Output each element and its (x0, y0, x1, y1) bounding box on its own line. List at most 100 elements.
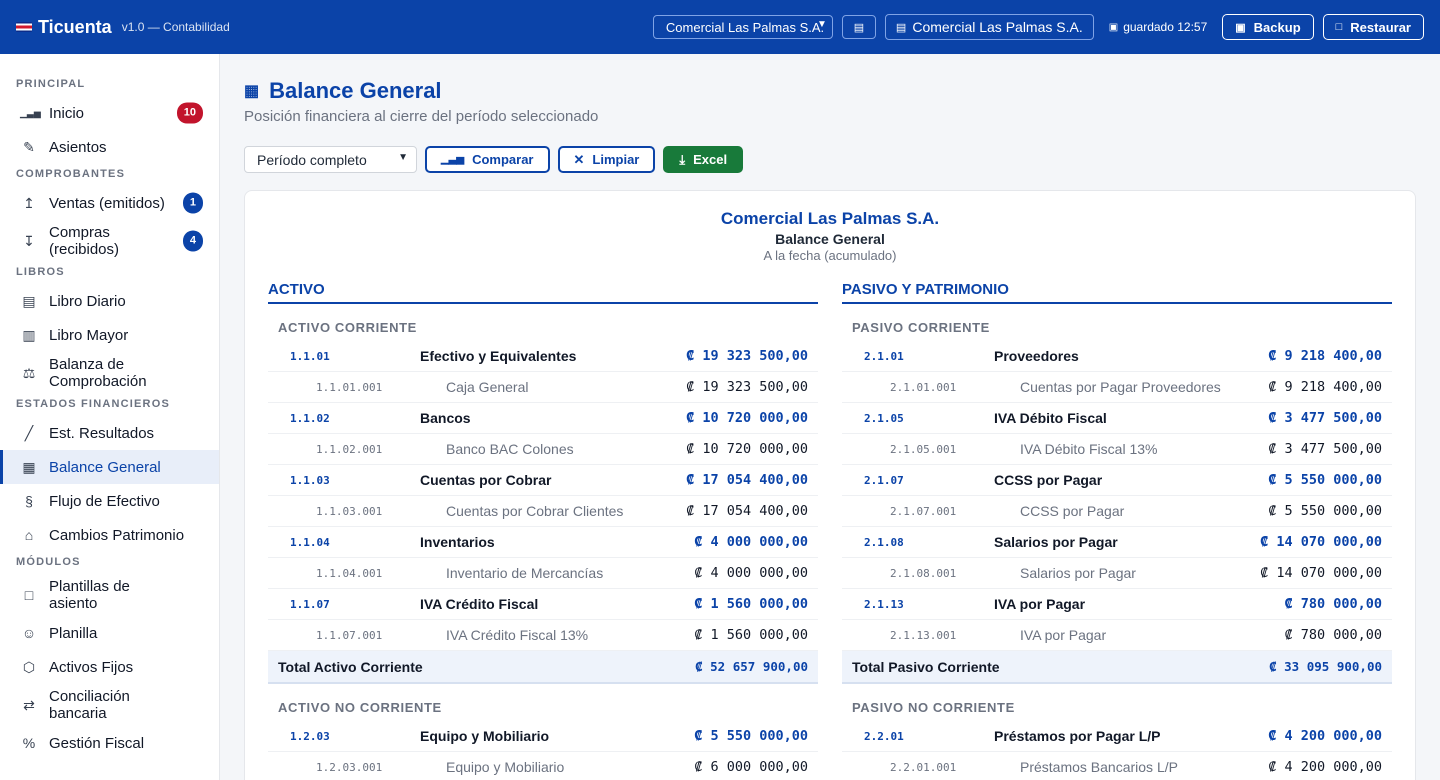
subaccount-row[interactable]: 2.1.01.001 Cuentas por Pagar Proveedores ₡… (842, 372, 1392, 403)
subaccount-row[interactable]: 2.2.01.001 Préstamos Bancarios L/P ₡ 4 200… (842, 752, 1392, 780)
chart-icon: ▁▃▅ (20, 107, 41, 118)
column-heading: PASIVO Y PATRIMONIO (842, 281, 1392, 304)
sidebar-item-plantillas-de-asiento[interactable]: □ Plantillas de asiento (0, 574, 219, 616)
bank-icon: ⌂ (24, 526, 34, 543)
account-name: Cuentas por Cobrar (420, 472, 552, 488)
sidebar-item-balanza-de-comprobacion[interactable]: ⚖ Balanza de Comprobación (0, 352, 219, 394)
account-name: Bancos (420, 410, 471, 426)
period-select-value: Período completo (257, 151, 367, 168)
sidebar-item-libro-diario[interactable]: ▤ Libro Diario (0, 284, 219, 318)
sidebar-item-libro-mayor[interactable]: ▥ Libro Mayor (0, 318, 219, 352)
brand[interactable]: Ticuenta v1.0 — Contabilidad (16, 17, 230, 38)
account-name: Banco BAC Colones (446, 441, 574, 457)
sidebar-item-est-resultados[interactable]: ╱ Est. Resultados (0, 416, 219, 450)
account-row[interactable]: 2.1.05 IVA Débito Fiscal ₡ 3 477 500,00 (842, 403, 1392, 434)
group-heading: PASIVO CORRIENTE (852, 320, 990, 335)
sidebar-item-cambios-patrimonio[interactable]: ⌂ Cambios Patrimonio (0, 518, 219, 552)
account-row[interactable]: 2.1.01 Proveedores ₡ 9 218 400,00 (842, 341, 1392, 372)
download-icon: ↧ (23, 232, 35, 249)
account-name: Total Pasivo Corriente (852, 658, 1000, 675)
count-badge: 10 (176, 102, 203, 124)
account-code: 1.1.03.001 (316, 504, 383, 518)
sidebar-item-flujo-de-efectivo[interactable]: § Flujo de Efectivo (0, 484, 219, 518)
currency-icon: § (25, 492, 33, 509)
sidebar-item-label: Planilla (49, 624, 98, 642)
sidebar-item-activos-fijos[interactable]: ⬡ Activos Fijos (0, 650, 219, 684)
sidebar-item-inicio[interactable]: ▁▃▅ Inicio 10 (0, 96, 219, 130)
account-code: 1.1.03 (290, 473, 330, 487)
sidebar-item-planilla[interactable]: ☺ Planilla (0, 616, 219, 650)
compare-button[interactable]: ▁▃▅ Comparar (425, 146, 550, 173)
subaccount-row[interactable]: 2.1.13.001 IVA por Pagar ₡ 780 000,00 (842, 620, 1392, 651)
account-name: Salarios por Pagar (1020, 565, 1136, 581)
report-company: Comercial Las Palmas S.A. (720, 209, 940, 228)
subaccount-row[interactable]: 2.1.05.001 IVA Débito Fiscal 13% ₡ 3 477 5… (842, 434, 1392, 465)
account-row[interactable]: 1.1.07 IVA Crédito Fiscal ₡ 1 560 000,00 (268, 589, 818, 620)
cube-icon: ⬡ (22, 658, 36, 675)
period-select[interactable]: Período completo ▼ (244, 146, 417, 173)
subaccount-row[interactable]: 2.1.07.001 CCSS por Pagar ₡ 5 550 000,00 (842, 496, 1392, 527)
account-name: Préstamos Bancarios L/P (1020, 759, 1178, 775)
excel-button[interactable]: ⤓ Excel (663, 146, 744, 173)
total-row: Total Activo Corriente ₡ 52 657 900,00 (268, 651, 818, 684)
account-row[interactable]: 1.1.03 Cuentas por Cobrar ₡ 17 054 400,00 (268, 465, 818, 496)
account-row[interactable]: 1.1.01 Efectivo y Equivalentes ₡ 19 323 50… (268, 341, 818, 372)
account-row[interactable]: 2.1.13 IVA por Pagar ₡ 780 000,00 (842, 589, 1392, 620)
subaccount-row[interactable]: 2.1.08.001 Salarios por Pagar ₡ 14 070 000… (842, 558, 1392, 589)
account-row[interactable]: 1.1.02 Bancos ₡ 10 720 000,00 (268, 403, 818, 434)
backup-button[interactable]: ▣ Backup (1222, 14, 1314, 40)
table-icon: ▦ (22, 458, 36, 475)
account-code: 1.1.02 (290, 411, 330, 425)
account-amount: ₡ 1 560 000,00 (694, 627, 808, 643)
account-code: 2.1.13 (864, 597, 904, 611)
account-amount: ₡ 1 560 000,00 (694, 596, 808, 612)
assets-column: ACTIVO ACTIVO CORRIENTE 1.1.01 Efectivo y E… (268, 281, 818, 780)
table-icon: ▦ (244, 83, 260, 100)
book-icon: ▤ (22, 292, 36, 309)
report-card: Comercial Las Palmas S.A. Balance Genera… (244, 190, 1416, 780)
brand-name: Ticuenta (38, 16, 112, 37)
company-select[interactable]: Comercial Las Palmas S.A. ▼ (652, 15, 833, 39)
sidebar-item-asientos[interactable]: ✎ Asientos (0, 130, 219, 164)
clear-button[interactable]: ✕ Limpiar (557, 146, 656, 173)
sidebar-item-ventas-emitidos[interactable]: ↥ Ventas (emitidos) 1 (0, 186, 219, 220)
account-amount: ₡ 33 095 900,00 (1269, 659, 1382, 674)
sidebar-item-balance-general[interactable]: ▦ Balance General (0, 450, 219, 484)
sidebar-item-label: Ventas (emitidos) (49, 194, 165, 212)
sidebar-item-label: Conciliación bancaria (49, 688, 130, 722)
line-chart-icon: ╱ (24, 424, 34, 441)
account-code: 2.2.01.001 (890, 760, 957, 774)
account-code: 1.1.04 (290, 535, 330, 549)
account-name: IVA Débito Fiscal (994, 410, 1107, 426)
account-row[interactable]: 2.1.08 Salarios por Pagar ₡ 14 070 000,00 (842, 527, 1392, 558)
download-icon: ⤓ (679, 151, 686, 167)
save-status-text: guardado 12:57 (1123, 20, 1208, 34)
subaccount-row[interactable]: 1.1.07.001 IVA Crédito Fiscal 13% ₡ 1 560 … (268, 620, 818, 651)
sidebar-item-conciliacion-bancaria[interactable]: ⇄ Conciliación bancaria (0, 684, 219, 726)
compare-label: Comparar (472, 152, 534, 167)
company-building-button[interactable]: ▤ (841, 15, 876, 39)
subaccount-row[interactable]: 1.2.03.001 Equipo y Mobiliario ₡ 6 000 000… (268, 752, 818, 780)
subaccount-row[interactable]: 1.1.01.001 Caja General ₡ 19 323 500,00 (268, 372, 818, 403)
account-row[interactable]: 1.2.03 Equipo y Mobiliario ₡ 5 550 000,00 (268, 721, 818, 752)
account-code: 2.2.01 (864, 729, 904, 743)
account-code: 1.2.03 (290, 729, 330, 743)
account-row[interactable]: 2.2.01 Préstamos por Pagar L/P ₡ 4 200 000… (842, 721, 1392, 752)
company-chip[interactable]: ▤ Comercial Las Palmas S.A. (884, 14, 1094, 40)
sidebar-item-gestion-fiscal[interactable]: % Gestión Fiscal (0, 726, 219, 760)
account-code: 2.1.07 (864, 473, 904, 487)
account-code: 2.1.13.001 (890, 628, 957, 642)
account-amount: ₡ 4 000 000,00 (694, 565, 808, 581)
subaccount-row[interactable]: 1.1.04.001 Inventario de Mercancías ₡ 4 00… (268, 558, 818, 589)
sidebar-section-title: MÓDULOS (16, 556, 81, 568)
subaccount-row[interactable]: 1.1.02.001 Banco BAC Colones ₡ 10 720 000,… (268, 434, 818, 465)
report-title: Balance General (775, 231, 885, 247)
restore-button[interactable]: □ Restaurar (1322, 14, 1424, 40)
account-row[interactable]: 2.1.07 CCSS por Pagar ₡ 5 550 000,00 (842, 465, 1392, 496)
sidebar-item-compras-recibidos[interactable]: ↧ Compras (recibidos) 4 (0, 220, 219, 262)
subaccount-row[interactable]: 1.1.03.001 Cuentas por Cobrar Clientes ₡ 1… (268, 496, 818, 527)
account-row[interactable]: 1.1.04 Inventarios ₡ 4 000 000,00 (268, 527, 818, 558)
folder-icon: □ (1335, 21, 1343, 33)
chart-icon: ▁▃▅ (441, 154, 465, 165)
backup-label: Backup (1253, 19, 1301, 35)
